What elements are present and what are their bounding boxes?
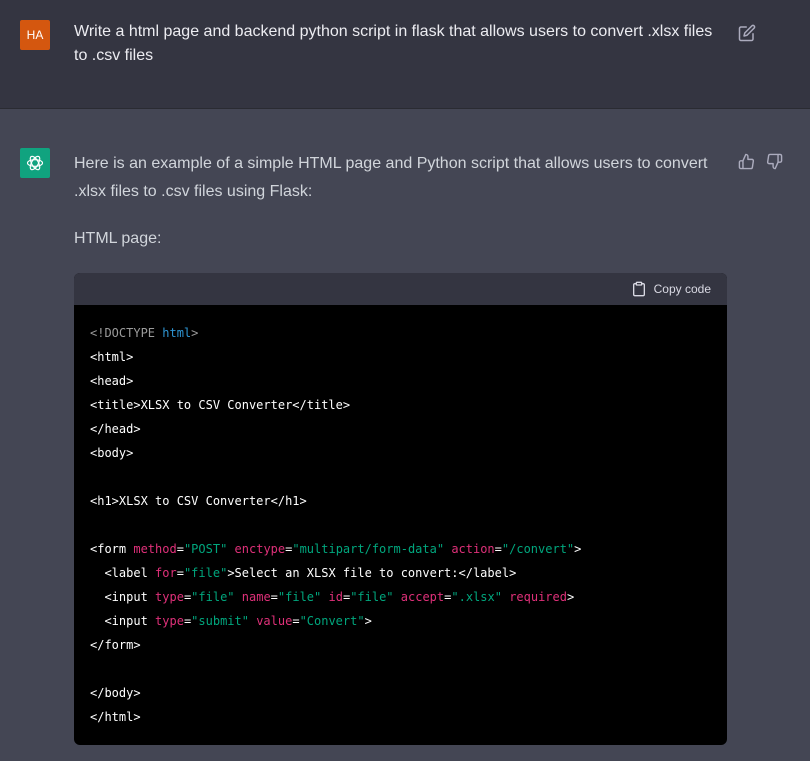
assistant-message-row: Here is an example of a simple HTML page…: [0, 109, 810, 761]
code-line: </html>: [90, 710, 141, 724]
copy-code-button[interactable]: Copy code: [631, 273, 711, 305]
user-avatar: HA: [20, 20, 50, 50]
code-line: <title>XLSX to CSV Converter</title>: [90, 398, 351, 412]
openai-logo-icon: [26, 155, 44, 171]
code-line: <!DOCTYPE html>: [90, 326, 199, 340]
code-line: <input type="submit" value="Convert">: [90, 614, 372, 628]
code-line: </form>: [90, 638, 141, 652]
code-block-header: Copy code: [74, 273, 727, 305]
user-message-row: HA Write a html page and backend python …: [0, 0, 810, 109]
code-line: <h1>XLSX to CSV Converter</h1>: [90, 494, 307, 508]
code-line: <form method="POST" enctype="multipart/f…: [90, 542, 582, 556]
copy-code-label: Copy code: [653, 282, 711, 296]
assistant-intro-text: Here is an example of a simple HTML page…: [74, 155, 708, 200]
code-line: </body>: [90, 686, 141, 700]
user-message-text: Write a html page and backend python scr…: [74, 23, 713, 64]
code-line: <label for="file">Select an XLSX file to…: [90, 566, 517, 580]
thumbs-down-icon[interactable]: [766, 153, 783, 170]
code-line: <input type="file" name="file" id="file"…: [90, 590, 575, 604]
code-line: <html>: [90, 350, 134, 364]
code-line: <body>: [90, 446, 134, 460]
clipboard-icon: [632, 281, 645, 297]
code-line: <head>: [90, 374, 134, 388]
assistant-avatar: [20, 148, 50, 178]
edit-icon[interactable]: [738, 24, 756, 42]
code-line: </head>: [90, 422, 141, 436]
html-page-label: HTML page:: [74, 230, 162, 247]
code-content: <!DOCTYPE html> <html> <head> <title>XLSX t…: [74, 305, 727, 729]
thumbs-up-icon[interactable]: [738, 153, 755, 170]
code-block: Copy code <!DOCTYPE html> <html> <head> <ti…: [74, 273, 727, 745]
